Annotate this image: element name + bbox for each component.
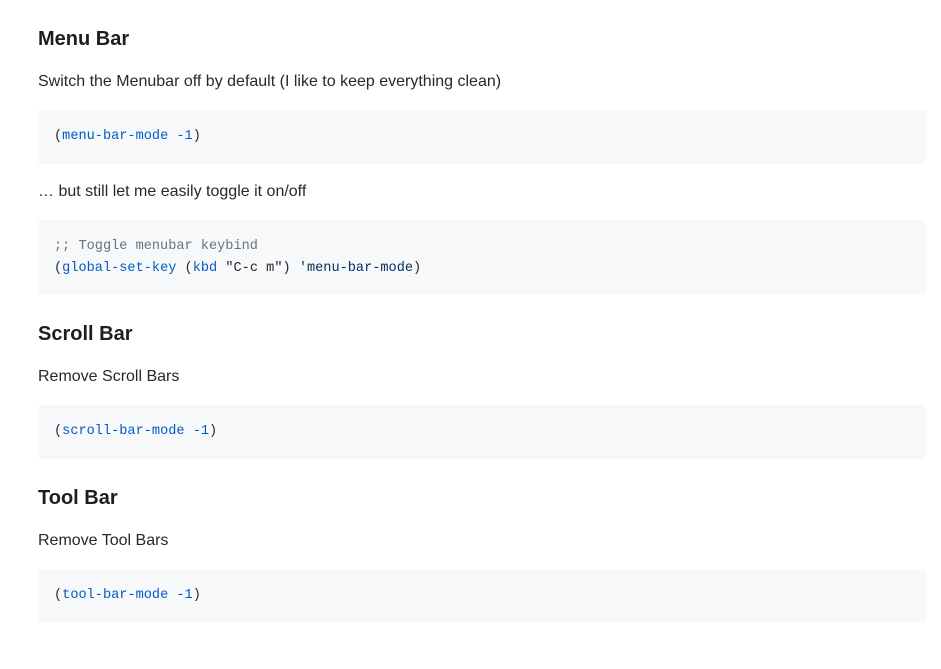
code-paren-open: ( [54, 261, 62, 276]
code-function: menu-bar-mode -1 [62, 129, 193, 144]
code-paren-close: ) [193, 129, 201, 144]
section-heading-tool-bar: Tool Bar [38, 483, 926, 513]
section-heading-menu-bar: Menu Bar [38, 24, 926, 54]
code-paren-open: ( [54, 588, 62, 603]
code-text: ) [282, 261, 298, 276]
code-function: scroll-bar-mode -1 [62, 424, 209, 439]
code-function: tool-bar-mode -1 [62, 588, 193, 603]
code-paren-close: ) [413, 261, 421, 276]
paragraph-menu-bar-intro: Switch the Menubar off by default (I lik… [38, 70, 926, 94]
code-block-tool-bar-mode: (tool-bar-mode -1) [38, 569, 926, 623]
code-text: ( [176, 261, 192, 276]
code-string: "C-c m" [225, 261, 282, 276]
code-block-scroll-bar-mode: (scroll-bar-mode -1) [38, 405, 926, 459]
code-block-menu-bar-mode: (menu-bar-mode -1) [38, 110, 926, 164]
code-paren-open: ( [54, 129, 62, 144]
paragraph-tool-bar: Remove Tool Bars [38, 529, 926, 553]
code-paren-close: ) [209, 424, 217, 439]
section-heading-scroll-bar: Scroll Bar [38, 319, 926, 349]
code-comment: ;; Toggle menubar keybind [54, 239, 258, 254]
paragraph-menu-bar-toggle: … but still let me easily toggle it on/o… [38, 180, 926, 204]
paragraph-scroll-bar: Remove Scroll Bars [38, 365, 926, 389]
code-function: kbd [193, 261, 217, 276]
code-block-menu-bar-keybind: ;; Toggle menubar keybind (global-set-key… [38, 220, 926, 296]
code-paren-close: ) [193, 588, 201, 603]
code-paren-open: ( [54, 424, 62, 439]
code-symbol: 'menu-bar-mode [299, 261, 413, 276]
code-function: global-set-key [62, 261, 176, 276]
